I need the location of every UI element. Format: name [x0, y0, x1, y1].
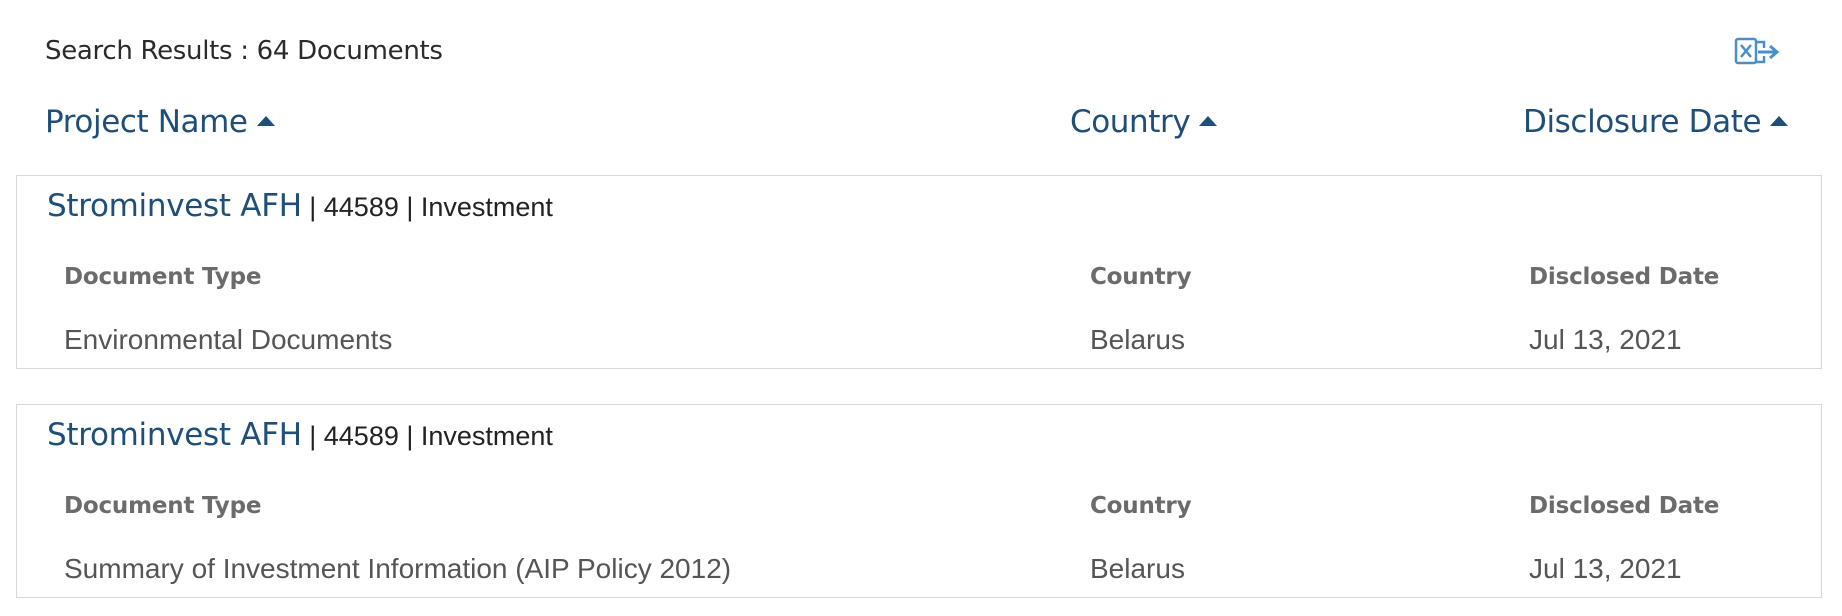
- country-label: Country: [1090, 493, 1192, 519]
- disclosed-date-label: Disclosed Date: [1529, 493, 1720, 519]
- disclosed-date-value: Jul 13, 2021: [1529, 324, 1682, 355]
- document-card: Strominvest AFH | 44589 | Investment Doc…: [16, 404, 1822, 598]
- sort-by-disclosure-date[interactable]: Disclosure Date: [1523, 104, 1789, 140]
- sort-ascending-icon: [1770, 115, 1789, 126]
- column-header-country: Country: [1070, 104, 1191, 140]
- project-title-line: Strominvest AFH | 44589 | Investment: [47, 417, 553, 453]
- country-value: Belarus: [1090, 324, 1185, 355]
- project-name-link[interactable]: Strominvest AFH: [47, 417, 302, 453]
- project-name-link[interactable]: Strominvest AFH: [47, 188, 302, 224]
- search-results-page: Search Results : 64 Documents Project Na…: [0, 0, 1842, 616]
- disclosed-date-label: Disclosed Date: [1529, 264, 1720, 290]
- country-label: Country: [1090, 264, 1192, 290]
- excel-export-icon: [1734, 37, 1780, 65]
- document-type-label: Document Type: [64, 493, 262, 519]
- document-type-value[interactable]: Environmental Documents: [64, 324, 392, 356]
- country-value: Belarus: [1090, 553, 1185, 584]
- project-title-line: Strominvest AFH | 44589 | Investment: [47, 188, 553, 224]
- project-meta: | 44589 | Investment: [301, 192, 553, 222]
- sort-ascending-icon: [256, 115, 275, 126]
- document-type-label: Document Type: [64, 264, 262, 290]
- project-meta: | 44589 | Investment: [301, 421, 553, 451]
- document-card: Strominvest AFH | 44589 | Investment Doc…: [16, 175, 1822, 369]
- column-header-project-name: Project Name: [45, 104, 248, 140]
- results-count-heading: Search Results : 64 Documents: [45, 36, 443, 66]
- sort-ascending-icon: [1199, 115, 1218, 126]
- document-type-value[interactable]: Summary of Investment Information (AIP P…: [64, 553, 731, 585]
- export-excel-button[interactable]: [1734, 34, 1782, 70]
- column-header-disclosure-date: Disclosure Date: [1523, 104, 1762, 140]
- disclosed-date-value: Jul 13, 2021: [1529, 553, 1682, 584]
- sort-by-country[interactable]: Country: [1070, 104, 1218, 140]
- sort-by-project-name[interactable]: Project Name: [45, 104, 275, 140]
